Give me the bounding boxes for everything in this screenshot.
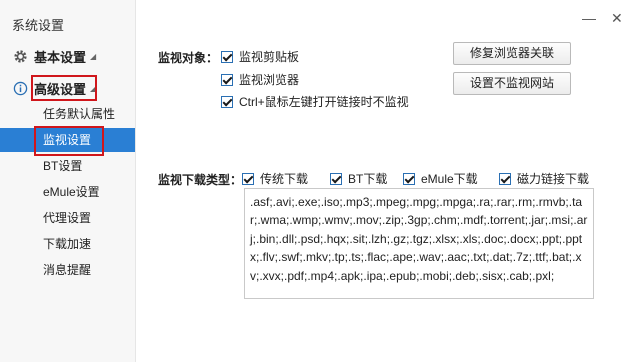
repair-browser-association-button[interactable]: 修复浏览器关联 (453, 42, 571, 65)
sidebar-item-message-alerts[interactable]: 消息提醒 (0, 258, 135, 282)
checkbox-monitor-browser[interactable]: 监视浏览器 (221, 71, 299, 88)
monitor-object-label: 监视对象： (158, 51, 219, 65)
checkbox-checked-icon (221, 50, 233, 63)
checkbox-monitor-clipboard[interactable]: 监视剪贴板 (221, 48, 299, 65)
checkbox-label: 磁力链接下载 (517, 172, 590, 186)
checkbox-checked-icon (221, 95, 233, 108)
checkbox-checked-icon (221, 73, 233, 86)
checkbox-checked-icon (403, 172, 415, 185)
checkbox-traditional-download[interactable]: 传统下载 (242, 170, 308, 187)
checkbox-bt-download[interactable]: BT下载 (330, 170, 387, 187)
checkbox-label: 监视剪贴板 (239, 50, 300, 64)
sidebar-section-basic-label: 基本设置 (34, 50, 87, 65)
file-extensions-textarea[interactable]: .asf;.avi;.exe;.iso;.mp3;.mpeg;.mpg;.mpg… (244, 188, 594, 299)
sidebar-item-download-acceleration[interactable]: 下载加速 (0, 232, 135, 256)
sidebar: 系统设置 基本设置 ◢ 高级设置 ◢ 任务默认属性 监视设置 BT设置 eMul… (0, 0, 136, 362)
sidebar-item-task-defaults[interactable]: 任务默认属性 (0, 102, 135, 126)
sidebar-section-advanced[interactable]: 高级设置 ◢ (12, 79, 96, 98)
sidebar-item-monitor-settings[interactable]: 监视设置 (0, 128, 135, 152)
sidebar-item-emule-settings[interactable]: eMule设置 (0, 180, 135, 204)
checkbox-label: 监视浏览器 (239, 73, 300, 87)
checkbox-label: eMule下载 (421, 172, 478, 186)
window-title: 系统设置 (12, 18, 65, 33)
checkbox-label: BT下载 (348, 172, 388, 186)
sidebar-item-proxy-settings[interactable]: 代理设置 (0, 206, 135, 230)
gear-icon (12, 49, 28, 65)
checkbox-checked-icon (330, 172, 342, 185)
checkbox-emule-download[interactable]: eMule下载 (403, 170, 478, 187)
minimize-button[interactable]: — (582, 10, 596, 26)
checkbox-checked-icon (499, 172, 511, 185)
checkbox-label: Ctrl+鼠标左键打开链接时不监视 (239, 95, 409, 109)
close-button[interactable]: ✕ (611, 10, 623, 27)
checkbox-label: 传统下载 (260, 172, 309, 186)
info-icon (12, 81, 28, 97)
download-types-label: 监视下载类型： (158, 173, 243, 187)
sidebar-item-bt-settings[interactable]: BT设置 (0, 154, 135, 178)
checkbox-checked-icon (242, 172, 254, 185)
collapse-caret-icon: ◢ (90, 52, 97, 61)
sidebar-section-basic[interactable]: 基本设置 ◢ (12, 47, 96, 66)
set-no-monitor-sites-button[interactable]: 设置不监视网站 (453, 72, 571, 95)
collapse-caret-icon: ◢ (90, 84, 97, 93)
checkbox-ctrl-click-no-monitor[interactable]: Ctrl+鼠标左键打开链接时不监视 (221, 93, 409, 110)
sidebar-section-advanced-label: 高级设置 (34, 82, 87, 97)
checkbox-magnet-download[interactable]: 磁力链接下载 (499, 170, 589, 187)
